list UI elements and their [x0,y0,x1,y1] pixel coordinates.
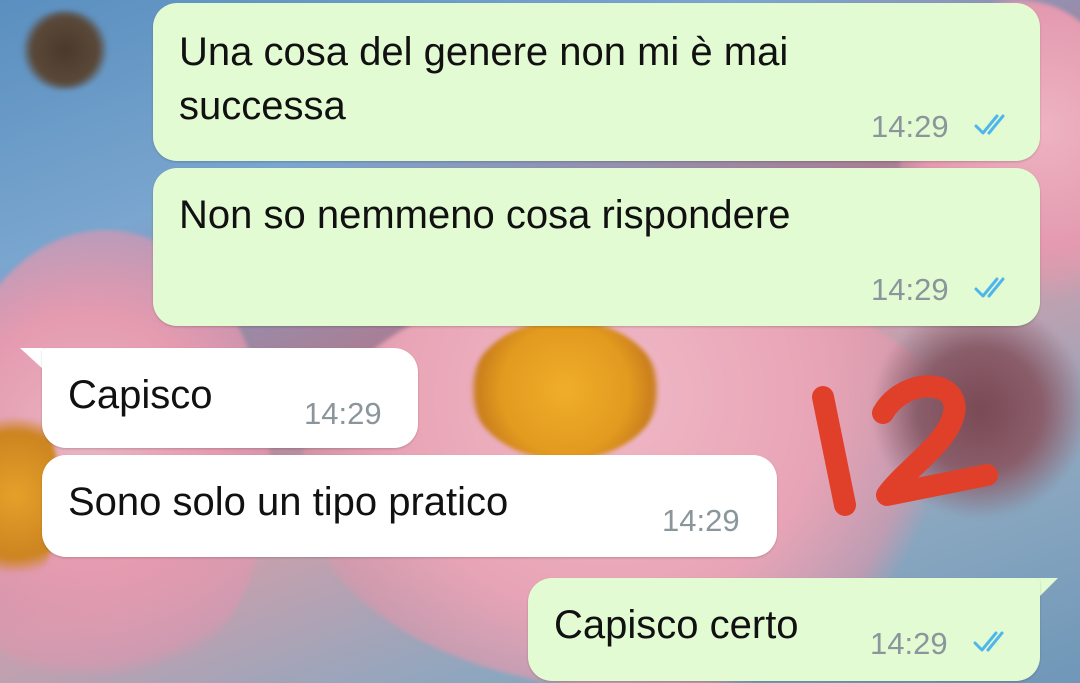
message-bubble-outgoing[interactable]: Non so nemmeno cosa rispondere 14:29 [153,168,1040,326]
double-check-icon [974,114,1005,135]
handwritten-number-annotation [812,375,998,516]
message-time: 14:29 [870,626,948,661]
message-bubble-outgoing[interactable]: Capisco certo 14:29 [528,578,1040,681]
message-time: 14:29 [662,503,740,538]
double-check-icon [974,277,1005,298]
message-time: 14:29 [871,109,949,144]
message-text: Sono solo un tipo pratico [68,480,509,524]
message-text: Non so nemmeno cosa rispondere [179,193,791,237]
message-bubble-outgoing[interactable]: Una cosa del genere non mi è mai success… [153,3,1040,161]
bubble-tail [20,348,44,370]
message-bubble-incoming[interactable]: Sono solo un tipo pratico 14:29 [42,455,777,557]
message-time: 14:29 [871,272,949,307]
message-text: Capisco certo [554,603,799,647]
double-check-icon [973,631,1004,652]
wallpaper-flower-center [470,320,660,460]
message-time: 14:29 [304,396,382,431]
message-text: Capisco [68,373,213,417]
wallpaper-bud [20,10,110,90]
message-bubble-incoming[interactable]: Capisco 14:29 [42,348,418,448]
